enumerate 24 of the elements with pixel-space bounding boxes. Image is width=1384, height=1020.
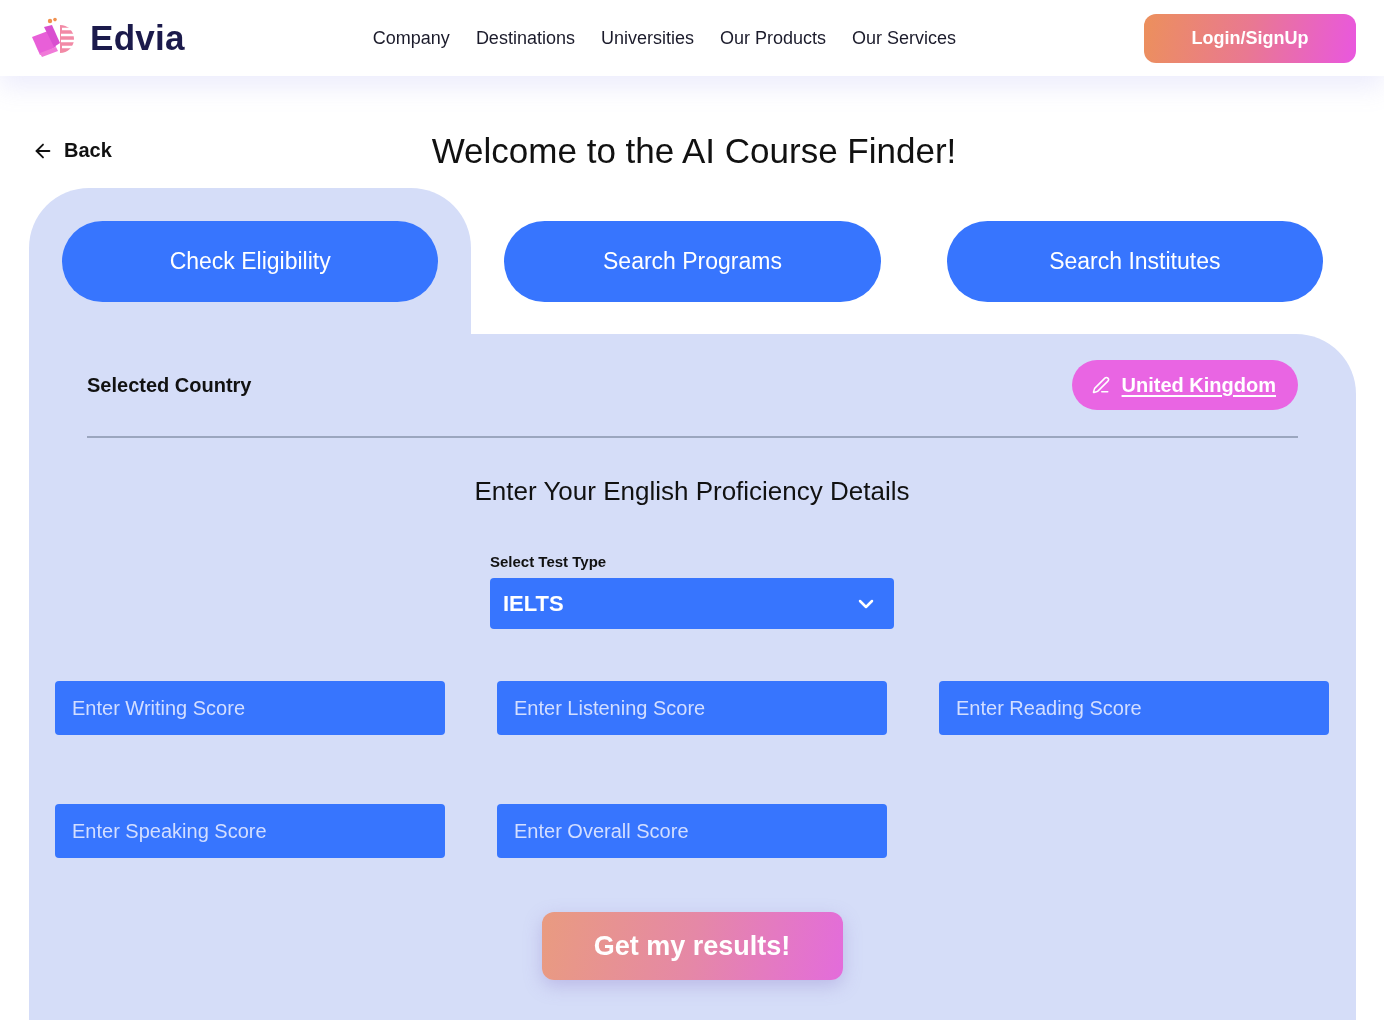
tab[interactable]: Search Programs xyxy=(504,221,881,302)
tab[interactable]: Check Eligibility xyxy=(62,221,439,302)
country-link-button[interactable]: United Kingdom xyxy=(1071,360,1298,410)
section-heading: Enter Your English Proficiency Details xyxy=(473,476,911,507)
get-results-button[interactable]: Get my results! xyxy=(541,912,843,980)
test-type-select[interactable]: IELTS xyxy=(490,578,894,629)
brand-name: Edvia xyxy=(90,18,185,58)
tab[interactable]: Search Institutes xyxy=(946,221,1323,302)
pen-icon xyxy=(1091,376,1110,394)
nav-link[interactable]: Universities xyxy=(600,27,694,49)
score-input[interactable]: Enter Reading Score xyxy=(939,681,1329,735)
selected-country-label: Selected Country xyxy=(87,373,252,397)
field-label: Select Test Type xyxy=(490,553,607,570)
score-input[interactable]: Enter Writing Score xyxy=(55,681,445,735)
score-input[interactable]: Enter Overall Score xyxy=(497,804,887,858)
nav-link[interactable]: Destinations xyxy=(475,27,575,49)
score-input[interactable]: Enter Speaking Score xyxy=(55,804,445,858)
score-input[interactable]: Enter Listening Score xyxy=(497,681,887,735)
nav-link[interactable]: Our Products xyxy=(719,27,826,49)
nav-link[interactable]: Our Services xyxy=(852,27,957,49)
back-link[interactable]: Back xyxy=(32,139,112,162)
login-signup-button[interactable]: Login/SignUp xyxy=(1144,13,1356,63)
page-title: Welcome to the AI Course Finder! xyxy=(431,130,957,171)
nav-link[interactable]: Company xyxy=(372,27,450,49)
